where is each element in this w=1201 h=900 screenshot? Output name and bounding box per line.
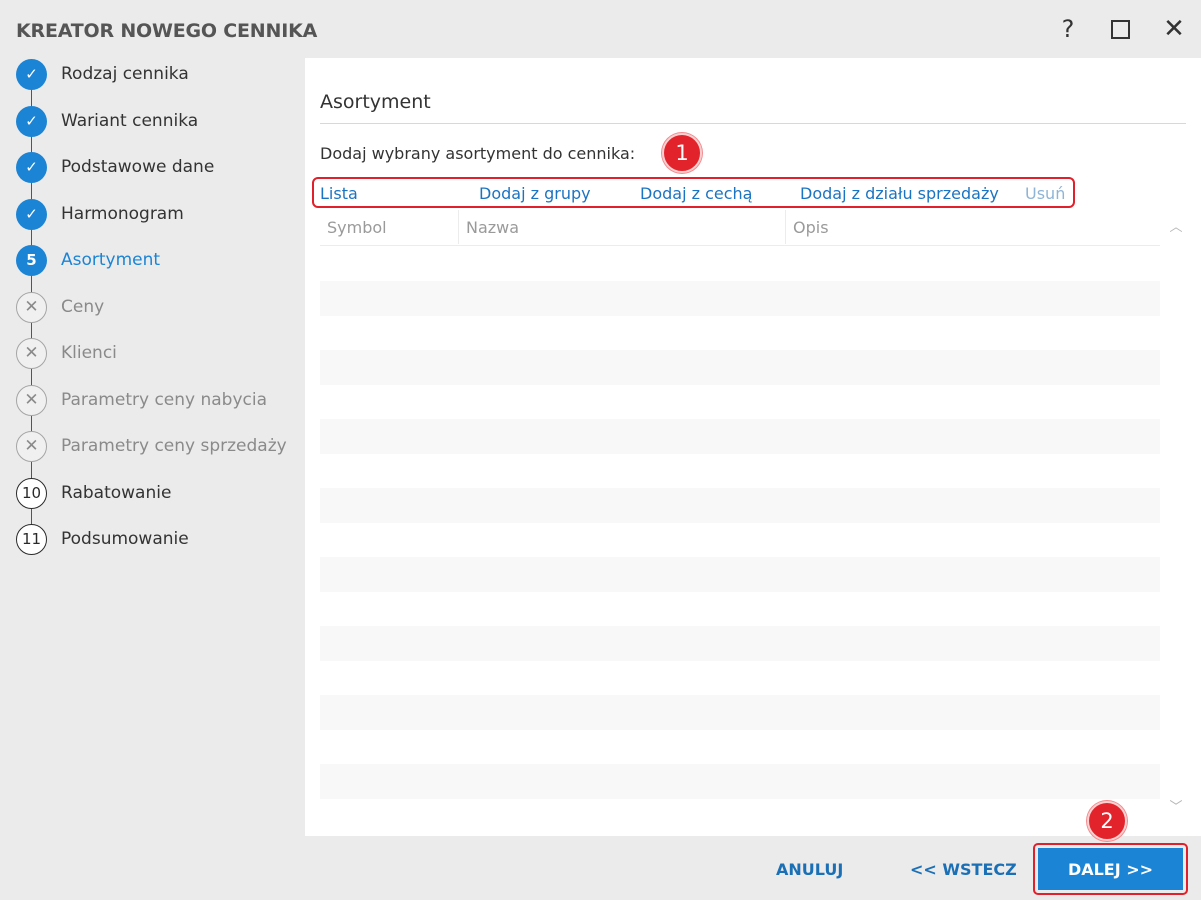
grid-header: Symbol Nazwa Opis	[320, 208, 1160, 246]
dodaj-z-cecha-link[interactable]: Dodaj z cechą	[640, 184, 752, 203]
check-icon: ✓	[16, 58, 47, 90]
table-row[interactable]	[320, 384, 1160, 419]
step-asortyment[interactable]: 5 Asortyment	[0, 243, 300, 277]
step-podsumowanie[interactable]: 11 Podsumowanie	[0, 522, 300, 556]
step-harmonogram[interactable]: ✓ Harmonogram	[0, 197, 300, 231]
window-title: KREATOR NOWEGO CENNIKA	[16, 20, 318, 42]
table-row[interactable]	[320, 350, 1160, 385]
back-button[interactable]: << WSTECZ	[910, 860, 1017, 879]
next-button[interactable]: DALEJ >>	[1038, 848, 1183, 890]
section-title: Asortyment	[320, 91, 431, 113]
step-number-badge: 10	[16, 477, 47, 509]
column-header-opis[interactable]: Opis	[793, 218, 829, 237]
step-label: Parametry ceny sprzedaży	[61, 436, 287, 456]
table-row[interactable]	[320, 660, 1160, 695]
column-header-symbol[interactable]: Symbol	[327, 218, 387, 237]
table-row[interactable]	[320, 419, 1160, 454]
x-icon: ✕	[16, 337, 47, 369]
step-podstawowe-dane[interactable]: ✓ Podstawowe dane	[0, 150, 300, 184]
table-row[interactable]	[320, 453, 1160, 488]
main-panel: Asortyment Dodaj wybrany asortyment do c…	[305, 58, 1201, 836]
x-icon: ✕	[16, 384, 47, 416]
table-row[interactable]	[320, 591, 1160, 626]
grid-scrollbar[interactable]: ︿ ﹀	[1167, 208, 1185, 822]
table-row[interactable]	[320, 522, 1160, 557]
dodaj-z-dzialu-sprzedazy-link[interactable]: Dodaj z działu sprzedaży	[800, 184, 999, 203]
step-klienci: ✕ Klienci	[0, 336, 300, 370]
step-label: Podsumowanie	[61, 529, 189, 549]
table-row[interactable]	[320, 764, 1160, 799]
close-button[interactable]: ✕	[1159, 14, 1189, 44]
column-divider[interactable]	[785, 210, 786, 244]
step-label: Klienci	[61, 343, 117, 363]
table-row[interactable]	[320, 488, 1160, 523]
step-rodzaj-cennika[interactable]: ✓ Rodzaj cennika	[0, 57, 300, 91]
next-button-highlight: DALEJ >>	[1033, 843, 1188, 895]
step-label: Wariant cennika	[61, 111, 199, 131]
step-label: Parametry ceny nabycia	[61, 390, 268, 410]
dodaj-z-grupy-link[interactable]: Dodaj z grupy	[479, 184, 591, 203]
maximize-icon	[1110, 19, 1130, 39]
step-ceny: ✕ Ceny	[0, 290, 300, 324]
step-label: Ceny	[61, 297, 105, 317]
help-button[interactable]: ?	[1053, 14, 1083, 44]
callout-badge-1: 1	[662, 133, 702, 173]
table-row[interactable]	[320, 695, 1160, 730]
step-number-badge: 5	[16, 244, 47, 276]
check-icon: ✓	[16, 151, 47, 183]
step-label: Asortyment	[61, 250, 161, 270]
column-divider[interactable]	[458, 210, 459, 244]
check-icon: ✓	[16, 198, 47, 230]
x-icon: ✕	[16, 430, 47, 462]
step-label: Podstawowe dane	[61, 157, 215, 177]
step-parametry-ceny-sprzedazy: ✕ Parametry ceny sprzedaży	[0, 429, 300, 463]
section-divider	[320, 123, 1186, 124]
lista-link[interactable]: Lista	[320, 184, 358, 203]
x-icon: ✕	[16, 291, 47, 323]
step-label: Harmonogram	[61, 204, 184, 224]
callout-badge-2: 2	[1087, 801, 1127, 841]
table-row[interactable]	[320, 798, 1160, 822]
instruction-text: Dodaj wybrany asortyment do cennika:	[320, 144, 636, 163]
cancel-button[interactable]: ANULUJ	[776, 860, 843, 879]
assortment-grid[interactable]: Symbol Nazwa Opis	[320, 208, 1160, 822]
table-row[interactable]	[320, 315, 1160, 350]
table-row[interactable]	[320, 557, 1160, 592]
table-row[interactable]	[320, 729, 1160, 764]
table-row[interactable]	[320, 281, 1160, 316]
step-label: Rodzaj cennika	[61, 64, 189, 84]
check-icon: ✓	[16, 105, 47, 137]
action-links-highlight: Lista Dodaj z grupy Dodaj z cechą Dodaj …	[312, 177, 1075, 208]
step-parametry-ceny-nabycia: ✕ Parametry ceny nabycia	[0, 383, 300, 417]
step-label: Rabatowanie	[61, 483, 172, 503]
table-row[interactable]	[320, 246, 1160, 281]
step-number-badge: 11	[16, 523, 47, 555]
step-wariant-cennika[interactable]: ✓ Wariant cennika	[0, 104, 300, 138]
usun-link[interactable]: Usuń	[1025, 184, 1065, 203]
chevron-up-icon[interactable]: ︿	[1167, 216, 1185, 235]
maximize-button[interactable]	[1105, 14, 1135, 44]
table-row[interactable]	[320, 626, 1160, 661]
chevron-down-icon[interactable]: ﹀	[1167, 796, 1185, 815]
step-rabatowanie[interactable]: 10 Rabatowanie	[0, 476, 300, 510]
title-bar: KREATOR NOWEGO CENNIKA ? ✕	[0, 0, 1201, 58]
column-header-nazwa[interactable]: Nazwa	[466, 218, 519, 237]
